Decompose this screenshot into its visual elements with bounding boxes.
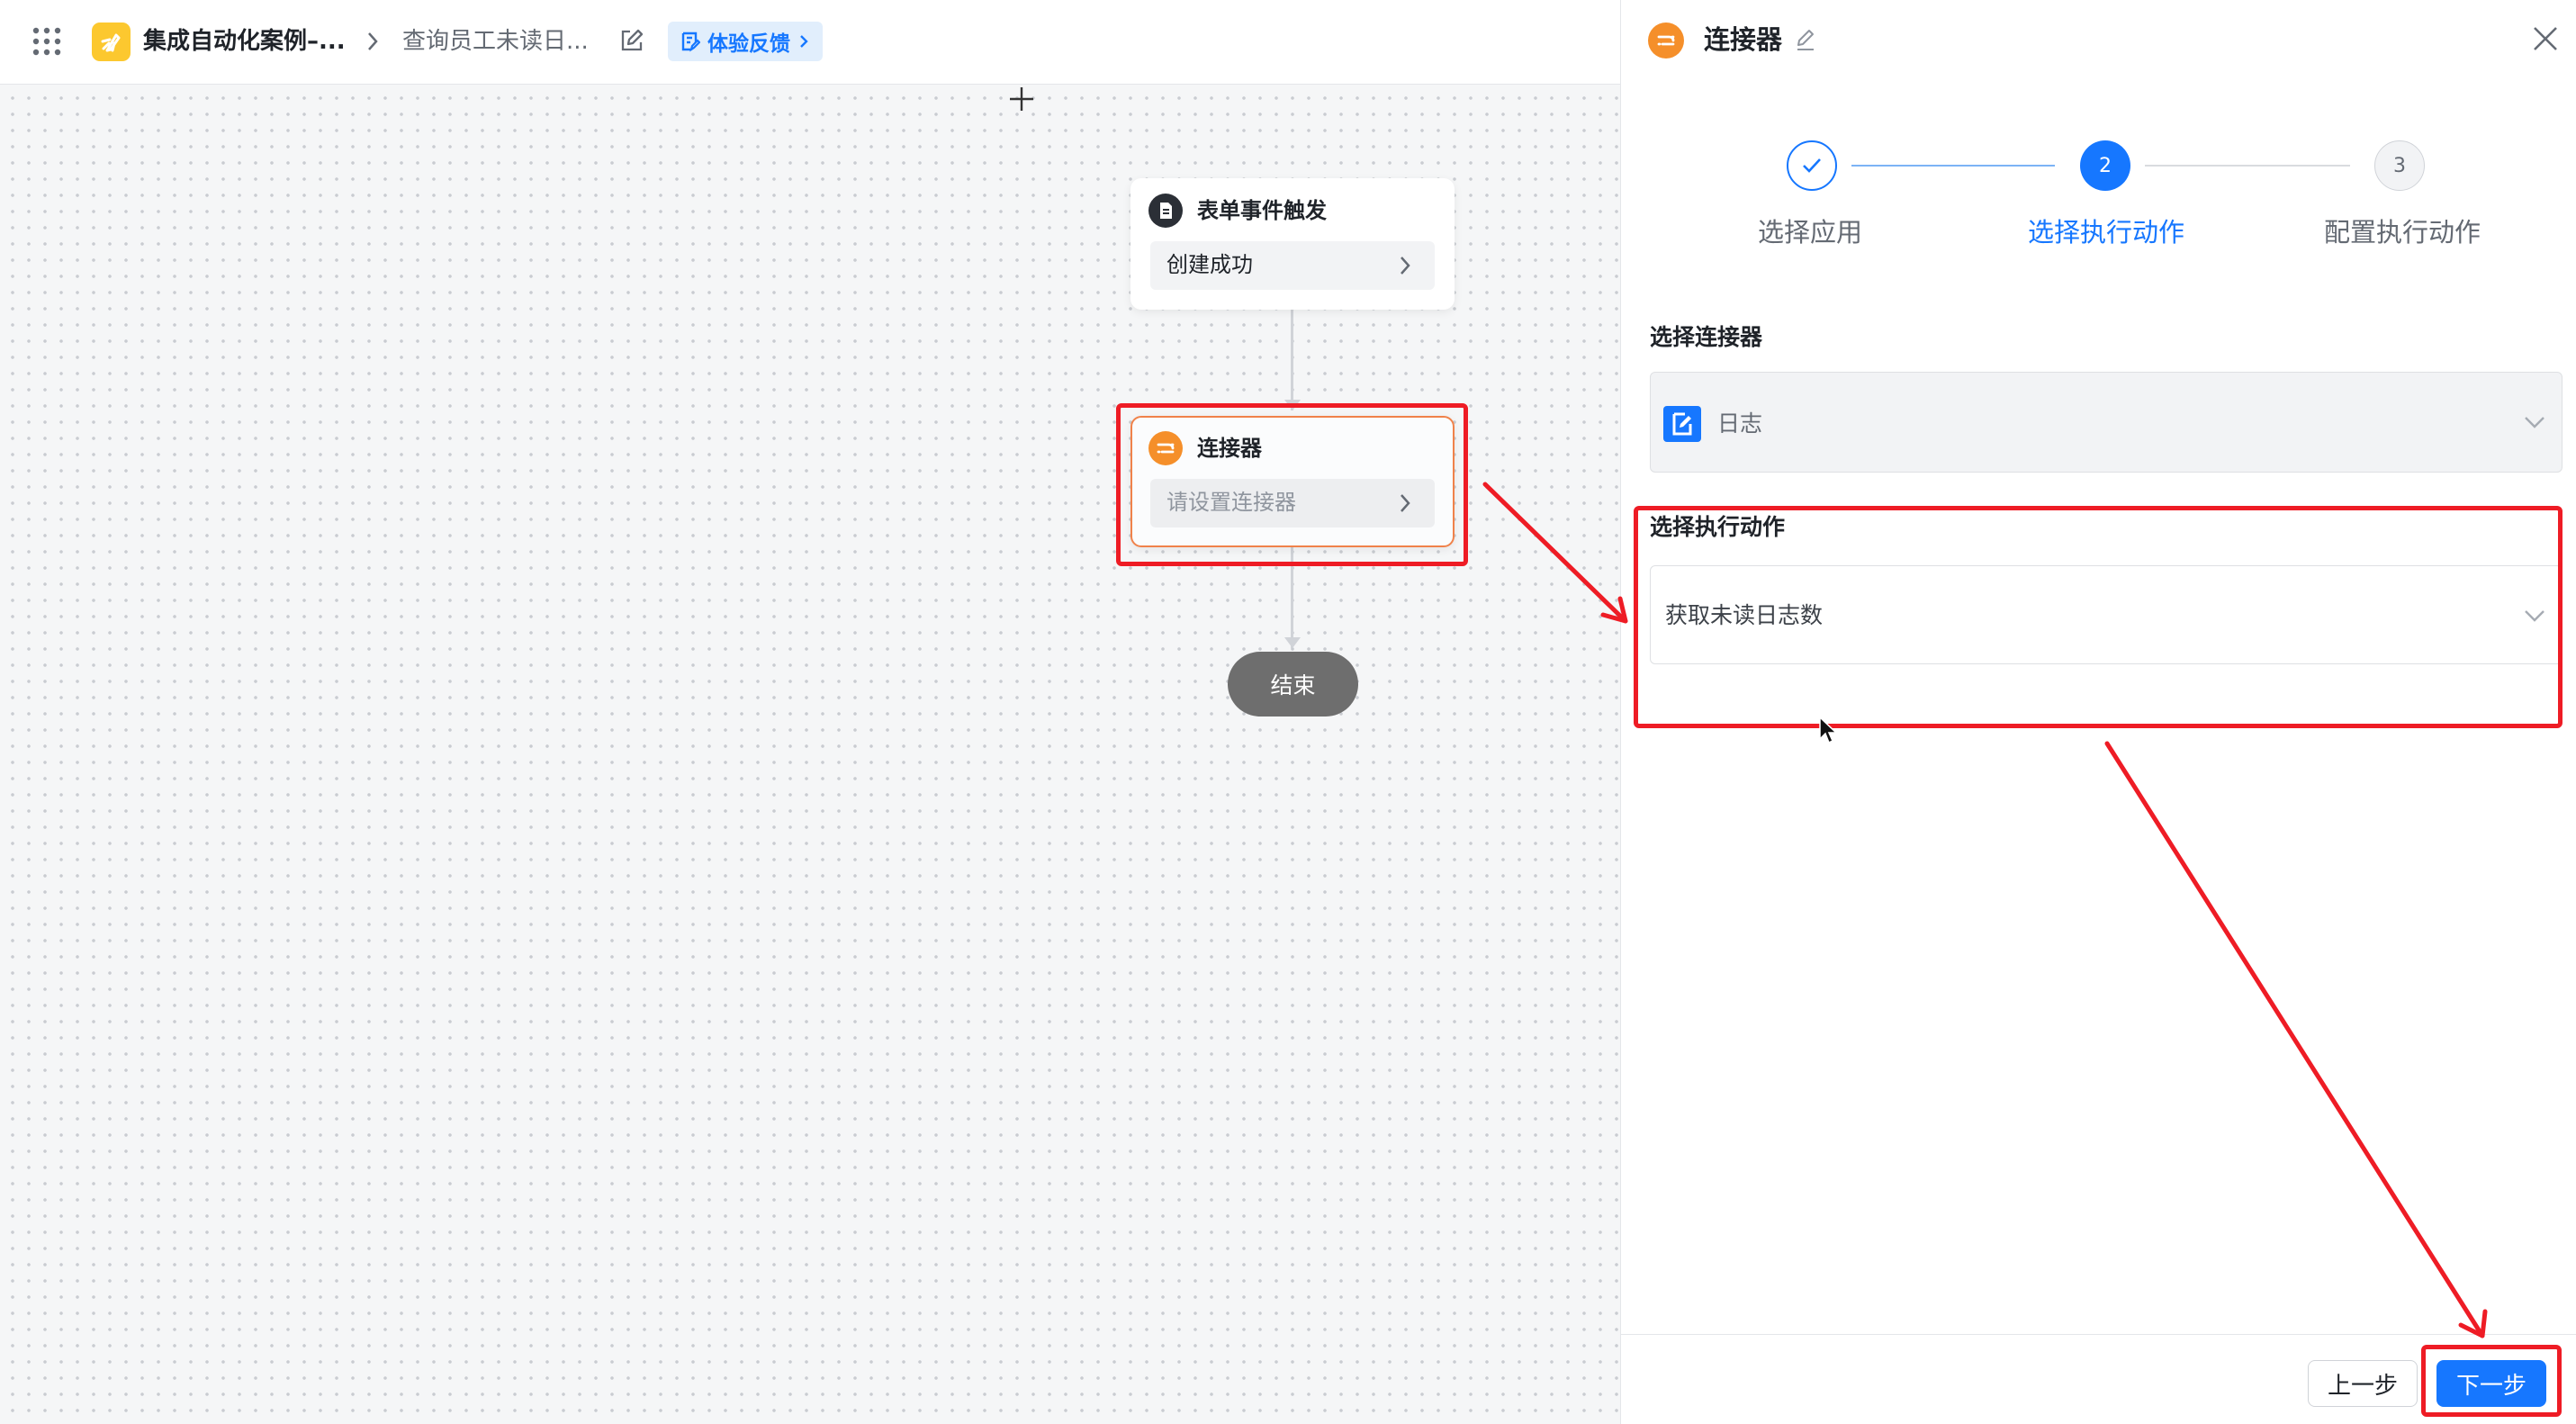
feedback-label: 体验反馈 xyxy=(707,32,790,56)
stepper-line xyxy=(1851,165,2055,167)
prev-step-label: 上一步 xyxy=(2327,1372,2398,1400)
feedback-chevron-icon xyxy=(800,35,808,48)
top-bar: 集成自动化案例–... 查询员工未读日... 体验反馈 xyxy=(0,0,1620,85)
feedback-icon xyxy=(681,32,700,52)
app-logo-icon xyxy=(92,23,131,61)
trigger-event-label: 创建成功 xyxy=(1166,252,1253,277)
app-grid-icon[interactable] xyxy=(31,25,63,58)
connector-panel-icon xyxy=(1648,23,1684,59)
log-app-icon xyxy=(1663,406,1701,442)
step-3-label[interactable]: 配置执行动作 xyxy=(2324,220,2481,246)
trigger-node-title: 表单事件触发 xyxy=(1197,198,1327,223)
close-icon[interactable] xyxy=(2530,23,2561,54)
end-node[interactable]: 结束 xyxy=(1228,652,1358,717)
step-3-number: 3 xyxy=(2393,154,2406,177)
edit-name-icon[interactable] xyxy=(619,27,644,54)
highlight-action-select xyxy=(1634,506,2562,728)
panel-title: 连接器 xyxy=(1704,24,1783,55)
highlight-connector-node xyxy=(1116,403,1468,566)
app-name[interactable]: 集成自动化案例–... xyxy=(143,30,346,53)
trigger-node[interactable]: 表单事件触发 创建成功 xyxy=(1130,178,1455,310)
step-2-number: 2 xyxy=(2099,154,2112,177)
step-2-label[interactable]: 选择执行动作 xyxy=(2028,220,2184,246)
rename-icon[interactable] xyxy=(1794,27,1817,52)
feedback-button[interactable]: 体验反馈 xyxy=(668,22,823,61)
step-3-circle[interactable]: 3 xyxy=(2374,140,2425,191)
prev-step-button[interactable]: 上一步 xyxy=(2308,1360,2418,1407)
stepper-line xyxy=(2145,165,2350,167)
chevron-down-icon xyxy=(2522,412,2547,432)
flow-name[interactable]: 查询员工未读日... xyxy=(402,30,589,53)
chevron-right-icon xyxy=(1397,253,1413,278)
footer-divider xyxy=(1621,1334,2576,1335)
connector-section-label: 选择连接器 xyxy=(1650,324,1763,350)
mouse-pointer-icon xyxy=(1818,716,1838,746)
check-icon xyxy=(1803,158,1821,173)
form-icon xyxy=(1148,194,1183,228)
step-2-circle[interactable]: 2 xyxy=(2080,140,2130,191)
arrow-down-icon xyxy=(1283,635,1302,650)
crosshair-cursor-icon xyxy=(1008,86,1035,113)
connector-select[interactable]: 日志 xyxy=(1650,372,2562,473)
highlight-next-button xyxy=(2421,1345,2562,1417)
trigger-event-row[interactable]: 创建成功 xyxy=(1150,241,1435,290)
step-1-circle[interactable] xyxy=(1787,140,1837,191)
end-node-label: 结束 xyxy=(1270,672,1316,698)
connector-select-value: 日志 xyxy=(1717,410,1763,437)
breadcrumb-chevron-icon xyxy=(364,28,382,55)
step-1-label[interactable]: 选择应用 xyxy=(1758,220,1862,246)
connector-line xyxy=(1291,310,1293,410)
